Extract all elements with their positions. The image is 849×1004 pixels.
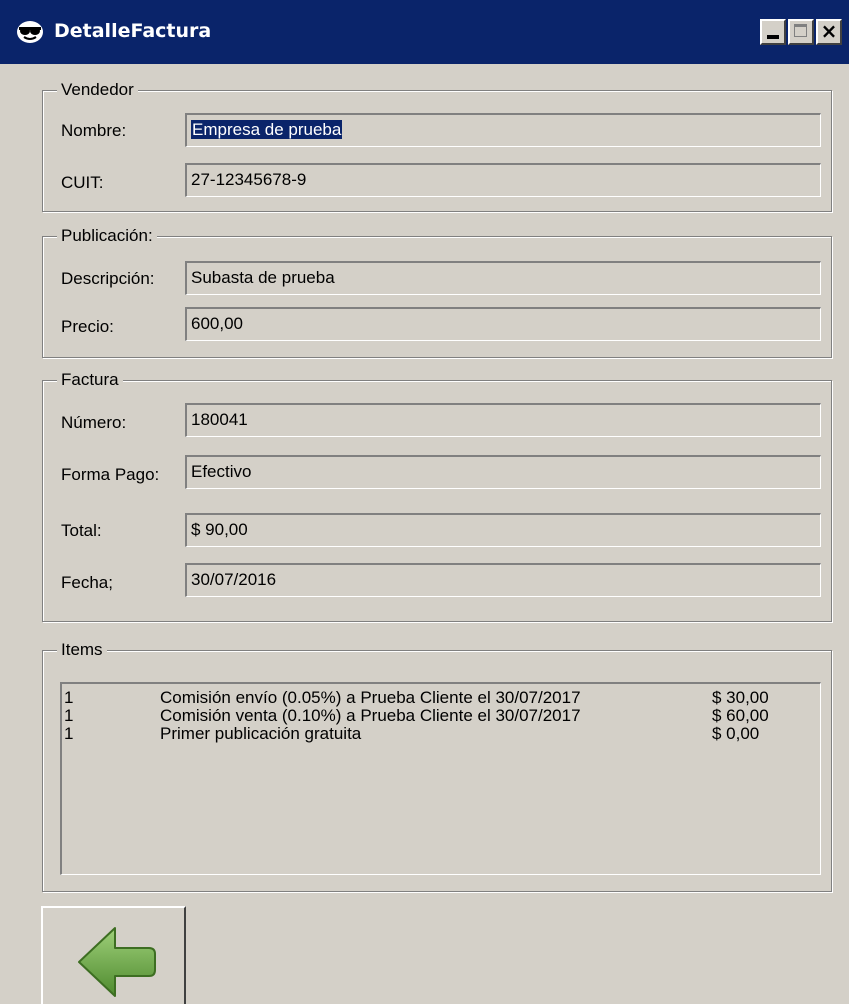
precio-field[interactable]: 600,00 bbox=[185, 307, 821, 341]
maximize-icon bbox=[794, 24, 807, 37]
back-button[interactable] bbox=[41, 906, 186, 1004]
publicacion-group: Publicación: Descripción: Subasta de pru… bbox=[42, 226, 832, 358]
item-description: Comisión envío (0.05%) a Prueba Cliente … bbox=[160, 688, 581, 707]
item-description: Primer publicación gratuita bbox=[160, 724, 362, 743]
total-label: Total: bbox=[61, 521, 102, 540]
vendedor-group: Vendedor Nombre: Empresa de prueba CUIT:… bbox=[42, 80, 832, 212]
title-bar[interactable]: DetalleFactura × bbox=[0, 0, 849, 64]
publicacion-legend: Publicación: bbox=[57, 226, 157, 246]
factura-group: Factura Número: 180041 Forma Pago: Efect… bbox=[42, 370, 832, 622]
vendedor-legend: Vendedor bbox=[57, 80, 138, 100]
window-title: DetalleFactura bbox=[54, 20, 212, 42]
descripcion-field[interactable]: Subasta de prueba bbox=[185, 261, 821, 295]
numero-label: Número: bbox=[61, 413, 127, 432]
item-amount: $ 0,00 bbox=[712, 724, 760, 743]
fecha-field[interactable]: 30/07/2016 bbox=[185, 563, 821, 597]
item-qty: 1 bbox=[64, 724, 74, 743]
list-item[interactable]: 1 Primer publicación gratuita $ 0,00 bbox=[62, 724, 820, 744]
items-list[interactable]: 1 Comisión envío (0.05%) a Prueba Client… bbox=[60, 682, 821, 875]
item-qty: 1 bbox=[64, 688, 74, 707]
item-qty: 1 bbox=[64, 706, 74, 725]
item-description: Comisión venta (0.10%) a Prueba Cliente … bbox=[160, 706, 581, 725]
list-item[interactable]: 1 Comisión venta (0.10%) a Prueba Client… bbox=[62, 706, 820, 726]
nombre-field[interactable]: Empresa de prueba bbox=[185, 113, 821, 147]
numero-field[interactable]: 180041 bbox=[185, 403, 821, 437]
precio-label: Precio: bbox=[61, 317, 114, 336]
items-legend: Items bbox=[57, 640, 107, 660]
total-field[interactable]: $ 90,00 bbox=[185, 513, 821, 547]
descripcion-label: Descripción: bbox=[61, 269, 155, 288]
cuit-label: CUIT: bbox=[61, 173, 104, 192]
forma-pago-label: Forma Pago: bbox=[61, 465, 160, 484]
close-icon: × bbox=[820, 19, 838, 43]
item-amount: $ 30,00 bbox=[712, 688, 769, 707]
back-arrow-icon bbox=[78, 927, 156, 997]
list-item[interactable]: 1 Comisión envío (0.05%) a Prueba Client… bbox=[62, 688, 820, 708]
cuit-field[interactable]: 27-12345678-9 bbox=[185, 163, 821, 197]
item-amount: $ 60,00 bbox=[712, 706, 769, 725]
close-button[interactable]: × bbox=[816, 19, 842, 45]
factura-legend: Factura bbox=[57, 370, 123, 390]
forma-pago-field[interactable]: Efectivo bbox=[185, 455, 821, 489]
minimize-button[interactable] bbox=[760, 19, 786, 45]
fecha-label: Fecha; bbox=[61, 573, 113, 592]
nombre-value: Empresa de prueba bbox=[191, 120, 343, 139]
nombre-label: Nombre: bbox=[61, 121, 127, 140]
minimize-icon bbox=[767, 35, 779, 39]
maximize-button[interactable] bbox=[788, 19, 814, 45]
sunglasses-face-icon bbox=[17, 21, 43, 43]
